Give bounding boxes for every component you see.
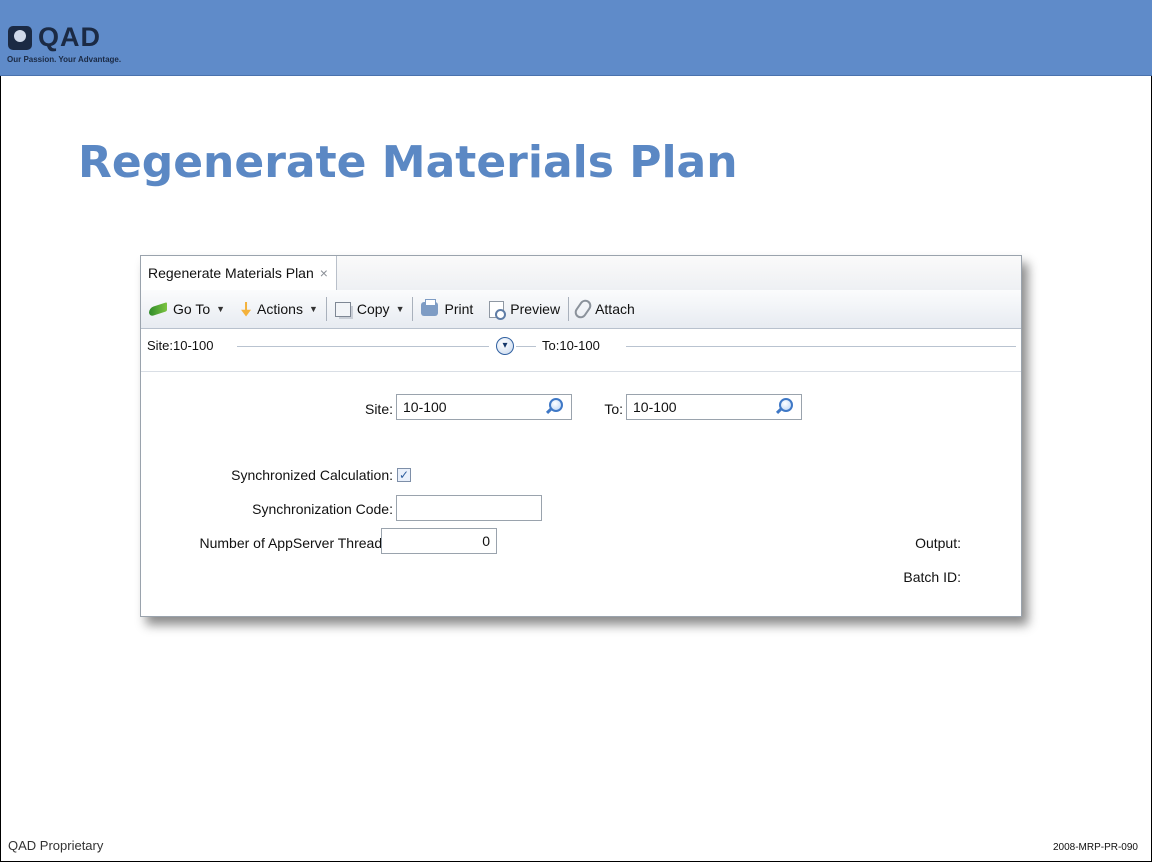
paperclip-icon — [572, 297, 594, 321]
actions-label: Actions — [257, 301, 303, 317]
copy-label: Copy — [356, 301, 390, 317]
output-label: Output: — [915, 535, 961, 551]
copy-button[interactable]: Copy ▼ — [327, 290, 413, 328]
logo-tagline: Our Passion. Your Advantage. — [7, 55, 122, 64]
sync-code-label: Synchronization Code: — [252, 501, 393, 517]
site-to-input[interactable] — [626, 394, 802, 420]
dropdown-caret-icon: ▼ — [216, 304, 226, 314]
lookup-magnifier-icon[interactable] — [779, 398, 793, 412]
footer-proprietary: QAD Proprietary — [8, 838, 104, 853]
sync-calc-label: Synchronized Calculation: — [231, 467, 393, 483]
strip-divider — [237, 346, 489, 347]
batch-id-label: Batch ID: — [903, 569, 961, 585]
goto-label: Go To — [173, 301, 211, 317]
dropdown-caret-icon: ▼ — [395, 304, 405, 314]
tab-strip: Regenerate Materials Plan × — [141, 256, 1021, 291]
print-label: Print — [444, 301, 474, 317]
site-label: Site: — [364, 401, 393, 417]
sync-calc-checkbox[interactable]: ✓ — [397, 468, 411, 482]
attach-button[interactable]: Attach — [569, 290, 643, 328]
threads-label: Number of AppServer Threads: — [199, 535, 393, 551]
form-divider — [141, 371, 1021, 372]
dropdown-caret-icon: ▼ — [308, 304, 318, 314]
preview-button[interactable]: Preview — [481, 290, 568, 328]
close-icon[interactable]: × — [320, 265, 328, 281]
toolbar: Go To ▼ Actions ▼ Copy ▼ Print Preview A… — [141, 290, 1021, 329]
site-from-summary: Site:10-100 — [147, 338, 214, 353]
strip-divider — [626, 346, 1016, 347]
threads-input[interactable] — [381, 528, 497, 554]
site-from-input[interactable] — [396, 394, 572, 420]
tab-regenerate-materials-plan[interactable]: Regenerate Materials Plan × — [141, 256, 337, 290]
qad-logo-icon — [8, 26, 32, 50]
actions-button[interactable]: Actions ▼ — [233, 290, 326, 328]
print-button[interactable]: Print — [413, 290, 481, 328]
copy-icon — [334, 301, 351, 317]
site-summary-strip: Site:10-100 ▾ To:10-100 — [141, 328, 1021, 364]
printer-icon — [421, 299, 439, 316]
lookup-magnifier-icon[interactable] — [549, 398, 563, 412]
site-to-summary: To:10-100 — [542, 338, 600, 353]
slide-title: Regenerate Materials Plan — [78, 137, 738, 188]
app-window: Regenerate Materials Plan × Go To ▼ Acti… — [140, 255, 1022, 617]
sync-code-input[interactable] — [396, 495, 542, 521]
to-label: To: — [604, 401, 623, 417]
header-band: QAD Our Passion. Your Advantage. — [0, 0, 1152, 76]
footer-slide-code: 2008-MRP-PR-090 — [1052, 842, 1138, 853]
preview-label: Preview — [510, 301, 561, 317]
goto-button[interactable]: Go To ▼ — [141, 290, 233, 328]
preview-icon — [489, 300, 507, 320]
strip-divider — [516, 346, 536, 347]
goto-arrow-icon — [149, 301, 167, 317]
actions-icon — [241, 301, 252, 317]
attach-label: Attach — [595, 301, 635, 317]
tab-label: Regenerate Materials Plan — [148, 265, 314, 281]
logo-text: QAD — [38, 22, 101, 52]
expand-collapse-icon[interactable]: ▾ — [496, 337, 514, 355]
